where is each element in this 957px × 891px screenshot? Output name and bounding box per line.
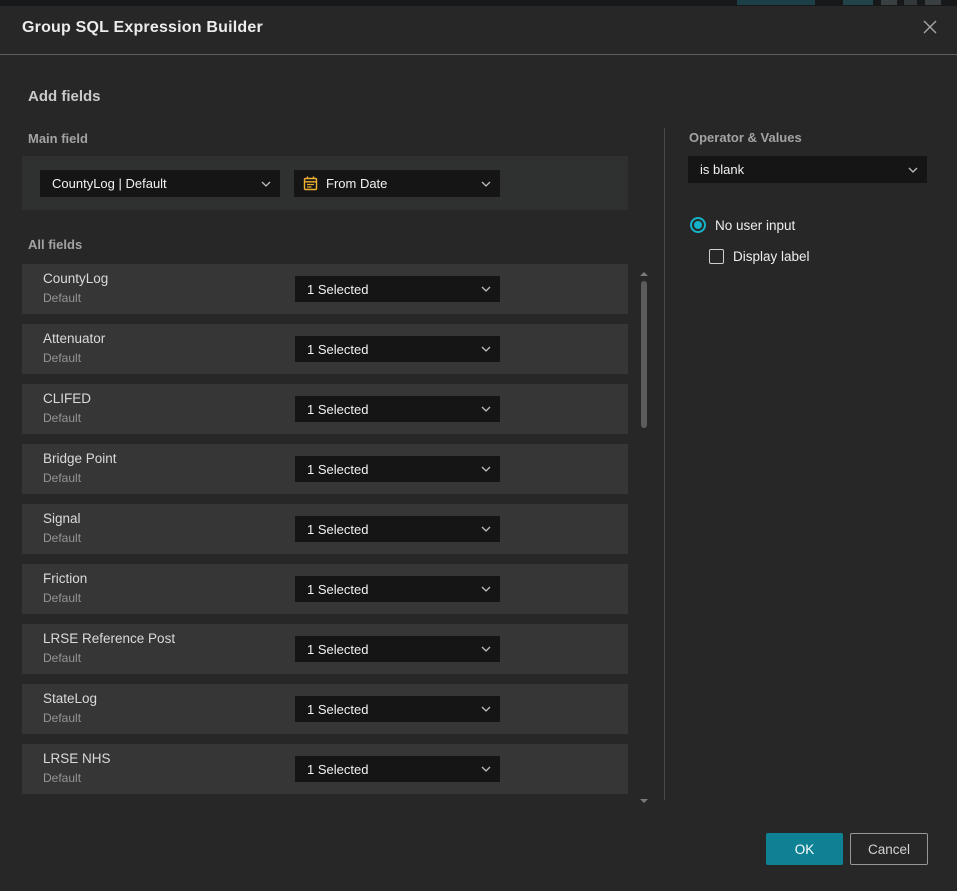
chevron-down-icon [261,181,271,187]
field-selected-dropdown[interactable]: 1 Selected [295,516,500,542]
chevron-down-icon [481,586,491,592]
chevron-down-icon [481,286,491,292]
operator-value: is blank [700,162,744,177]
field-selected-dropdown[interactable]: 1 Selected [295,456,500,482]
scrollbar-up-arrow-icon[interactable] [640,272,648,276]
field-sublabel: Default [43,771,81,785]
main-field-date-value: From Date [326,176,387,191]
field-sublabel: Default [43,471,81,485]
all-fields-label: All fields [28,237,82,252]
field-sublabel: Default [43,291,81,305]
field-sublabel: Default [43,711,81,725]
field-name: StateLog [43,691,97,706]
chevron-down-icon [481,466,491,472]
field-sublabel: Default [43,411,81,425]
background-fragment [925,0,941,5]
field-selected-dropdown[interactable]: 1 Selected [295,576,500,602]
main-field-panel: CountyLog | Default From Date [22,156,628,210]
cancel-button[interactable]: Cancel [850,833,928,865]
field-selected-value: 1 Selected [307,462,368,477]
field-row: CountyLog Default 1 Selected [22,264,628,314]
field-row: Bridge Point Default 1 Selected [22,444,628,494]
display-label-checkbox[interactable]: Display label [709,249,810,264]
main-field-date-dropdown[interactable]: From Date [294,170,500,197]
background-fragment [737,0,815,5]
chevron-down-icon [481,526,491,532]
field-sublabel: Default [43,591,81,605]
field-name: Friction [43,571,87,586]
field-sublabel: Default [43,351,81,365]
field-sublabel: Default [43,531,81,545]
field-selected-value: 1 Selected [307,402,368,417]
field-name: LRSE Reference Post [43,631,175,646]
ok-button[interactable]: OK [766,833,843,865]
field-name: LRSE NHS [43,751,111,766]
field-selected-value: 1 Selected [307,702,368,717]
field-row: CLIFED Default 1 Selected [22,384,628,434]
field-row: Attenuator Default 1 Selected [22,324,628,374]
field-selected-value: 1 Selected [307,282,368,297]
field-selected-dropdown[interactable]: 1 Selected [295,636,500,662]
background-fragment [881,0,897,5]
close-button[interactable] [919,18,941,40]
radio-selected-icon [690,217,706,233]
close-icon [922,19,938,40]
field-sublabel: Default [43,651,81,665]
chevron-down-icon [481,181,491,187]
chevron-down-icon [908,167,918,173]
field-row: Friction Default 1 Selected [22,564,628,614]
add-fields-heading: Add fields [28,88,101,105]
calendar-icon [303,176,318,191]
chevron-down-icon [481,406,491,412]
field-row: LRSE NHS Default 1 Selected [22,744,628,794]
field-selected-value: 1 Selected [307,522,368,537]
chevron-down-icon [481,346,491,352]
field-selected-dropdown[interactable]: 1 Selected [295,756,500,782]
no-user-input-radio[interactable]: No user input [690,217,795,233]
field-selected-value: 1 Selected [307,342,368,357]
field-selected-dropdown[interactable]: 1 Selected [295,396,500,422]
no-user-input-label: No user input [715,218,795,233]
field-name: Signal [43,511,81,526]
display-label-label: Display label [733,249,810,264]
background-fragment [843,0,873,5]
scrollbar-down-arrow-icon[interactable] [640,799,648,803]
field-selected-dropdown[interactable]: 1 Selected [295,336,500,362]
field-row: StateLog Default 1 Selected [22,684,628,734]
field-row: LRSE Reference Post Default 1 Selected [22,624,628,674]
field-selected-value: 1 Selected [307,582,368,597]
field-selected-value: 1 Selected [307,762,368,777]
screen: Group SQL Expression Builder Add fields … [0,0,957,891]
main-field-layer-value: CountyLog | Default [52,176,167,191]
operator-values-heading: Operator & Values [689,130,802,145]
operator-dropdown[interactable]: is blank [688,156,927,183]
background-fragment [904,0,917,5]
chevron-down-icon [481,646,491,652]
main-field-layer-dropdown[interactable]: CountyLog | Default [40,170,280,197]
panel-divider [664,128,665,800]
field-row: Signal Default 1 Selected [22,504,628,554]
checkbox-unchecked-icon [709,249,724,264]
field-selected-value: 1 Selected [307,642,368,657]
chevron-down-icon [481,766,491,772]
chevron-down-icon [481,706,491,712]
dialog-title: Group SQL Expression Builder [22,19,263,37]
scrollbar-thumb[interactable] [641,281,647,428]
field-name: CLIFED [43,391,91,406]
group-sql-expression-builder-dialog: Group SQL Expression Builder Add fields … [0,6,957,891]
field-selected-dropdown[interactable]: 1 Selected [295,696,500,722]
field-name: Bridge Point [43,451,117,466]
field-name: Attenuator [43,331,105,346]
main-field-label: Main field [28,131,88,146]
dialog-header: Group SQL Expression Builder [0,6,957,55]
field-name: CountyLog [43,271,108,286]
field-selected-dropdown[interactable]: 1 Selected [295,276,500,302]
